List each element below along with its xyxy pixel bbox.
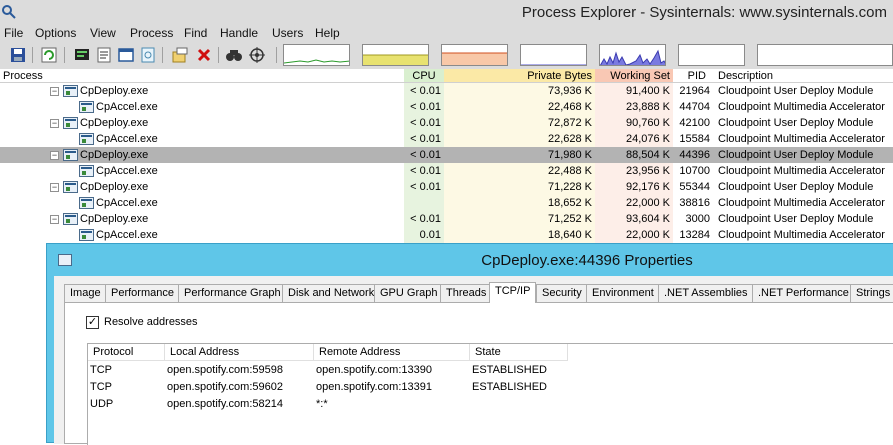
resolve-addresses-label[interactable]: Resolve addresses: [104, 316, 198, 328]
save-icon[interactable]: [9, 46, 27, 64]
resolve-addresses-checkbox[interactable]: ✓: [86, 316, 99, 329]
list-item[interactable]: TCP open.spotify.com:59602 open.spotify.…: [88, 379, 893, 395]
network-graph[interactable]: [599, 44, 666, 66]
system-info-icon[interactable]: [73, 46, 91, 64]
list-header-protocol[interactable]: Protocol: [88, 344, 165, 361]
refresh-icon[interactable]: [40, 46, 58, 64]
process-icon: [63, 149, 78, 161]
dll-view-icon[interactable]: [139, 46, 157, 64]
properties-dialog: CpDeploy.exe:44396 Properties Image Perf…: [46, 243, 893, 445]
collapse-icon[interactable]: −: [50, 87, 59, 96]
window-icon[interactable]: [117, 46, 135, 64]
menu-view[interactable]: View: [90, 26, 116, 40]
column-process[interactable]: Process: [3, 69, 43, 83]
tab-disk-and-network[interactable]: Disk and Network: [282, 284, 381, 302]
window-title: Process Explorer - Sysinternals: www.sys…: [521, 4, 887, 21]
process-row[interactable]: − CpDeploy.exe < 0.01 71,228 K 92,176 K …: [0, 179, 893, 195]
disk-graph[interactable]: [678, 44, 745, 66]
process-icon: [79, 229, 94, 241]
connections-list: Protocol Local Address Remote Address St…: [87, 343, 893, 445]
process-tree: − CpDeploy.exe < 0.01 73,936 K 91,400 K …: [0, 83, 893, 243]
menu-options[interactable]: Options: [35, 26, 76, 40]
io-graph[interactable]: [520, 44, 587, 66]
menu-file[interactable]: File: [4, 26, 23, 40]
process-icon: [63, 213, 78, 225]
process-row[interactable]: − CpDeploy.exe < 0.01 72,872 K 90,760 K …: [0, 115, 893, 131]
dialog-title: CpDeploy.exe:44396 Properties: [481, 252, 693, 269]
column-working-set[interactable]: Working Set: [595, 69, 670, 83]
target-icon[interactable]: [171, 46, 189, 64]
process-icon: [63, 181, 78, 193]
crosshair-icon[interactable]: [248, 46, 266, 64]
tab-net-assemblies[interactable]: .NET Assemblies: [658, 284, 754, 302]
process-row[interactable]: − CpDeploy.exe < 0.01 71,252 K 93,604 K …: [0, 211, 893, 227]
commit-graph[interactable]: [362, 44, 429, 66]
tab-gpu-graph[interactable]: GPU Graph: [374, 284, 444, 302]
tab-image[interactable]: Image: [64, 284, 107, 302]
physical-memory-graph[interactable]: [441, 44, 508, 66]
properties-icon[interactable]: [95, 46, 113, 64]
tab-threads[interactable]: Threads: [440, 284, 493, 302]
process-icon: [63, 117, 78, 129]
title-bar: Process Explorer - Sysinternals: www.sys…: [0, 0, 893, 25]
process-row[interactable]: CpAccel.exe 0.01 18,640 K 22,000 K 13284…: [0, 227, 893, 243]
column-description[interactable]: Description: [718, 69, 773, 83]
process-icon: [79, 133, 94, 145]
process-row[interactable]: CpAccel.exe < 0.01 22,488 K 23,956 K 107…: [0, 163, 893, 179]
gpu-graph[interactable]: [757, 44, 893, 66]
tab-strings[interactable]: Strings: [850, 284, 893, 302]
tab-tcp-ip[interactable]: TCP/IP: [489, 282, 537, 303]
process-explorer-icon: [2, 5, 16, 19]
list-item[interactable]: UDP open.spotify.com:58214 *:*: [88, 396, 893, 412]
collapse-icon[interactable]: −: [50, 119, 59, 128]
tab-net-performance[interactable]: .NET Performance: [752, 284, 855, 302]
tab-environment[interactable]: Environment: [586, 284, 660, 302]
collapse-icon[interactable]: −: [50, 215, 59, 224]
find-icon[interactable]: [225, 46, 243, 64]
kill-process-icon[interactable]: [195, 46, 213, 64]
process-row[interactable]: − CpDeploy.exe < 0.01 73,936 K 91,400 K …: [0, 83, 893, 99]
menu-help[interactable]: Help: [315, 26, 340, 40]
tab-performance[interactable]: Performance: [105, 284, 180, 302]
process-icon: [79, 197, 94, 209]
process-icon: [79, 101, 94, 113]
list-header-remote-address[interactable]: Remote Address: [314, 344, 470, 361]
menu-process[interactable]: Process: [130, 26, 173, 40]
list-header-local-address[interactable]: Local Address: [165, 344, 314, 361]
menu-bar: File Options View Process Find Handle Us…: [0, 25, 893, 43]
menu-handle[interactable]: Handle: [220, 26, 258, 40]
process-row-selected[interactable]: − CpDeploy.exe < 0.01 71,980 K 88,504 K …: [0, 147, 893, 163]
tab-performance-graph[interactable]: Performance Graph: [178, 284, 287, 302]
column-private-bytes[interactable]: Private Bytes: [444, 69, 592, 83]
menu-users[interactable]: Users: [272, 26, 303, 40]
process-row[interactable]: CpAccel.exe < 0.01 22,468 K 23,888 K 447…: [0, 99, 893, 115]
list-header-state[interactable]: State: [470, 344, 568, 361]
list-item[interactable]: TCP open.spotify.com:59598 open.spotify.…: [88, 362, 893, 378]
process-list-header: Process CPU Private Bytes Working Set PI…: [0, 69, 893, 83]
process-icon: [63, 85, 78, 97]
collapse-icon[interactable]: −: [50, 183, 59, 192]
column-pid[interactable]: PID: [673, 69, 706, 83]
process-icon: [79, 165, 94, 177]
tcpip-panel: ✓ Resolve addresses Protocol Local Addre…: [64, 302, 893, 445]
menu-find[interactable]: Find: [184, 26, 207, 40]
cpu-graph[interactable]: [283, 44, 350, 66]
collapse-icon[interactable]: −: [50, 151, 59, 160]
process-row[interactable]: CpAccel.exe < 0.01 22,628 K 24,076 K 155…: [0, 131, 893, 147]
column-cpu[interactable]: CPU: [404, 69, 444, 83]
process-row[interactable]: CpAccel.exe 18,652 K 22,000 K 38816 Clou…: [0, 195, 893, 211]
tab-security[interactable]: Security: [536, 284, 588, 302]
dialog-client: Image Performance Performance Graph Disk…: [54, 276, 893, 445]
toolbar: [0, 43, 893, 69]
